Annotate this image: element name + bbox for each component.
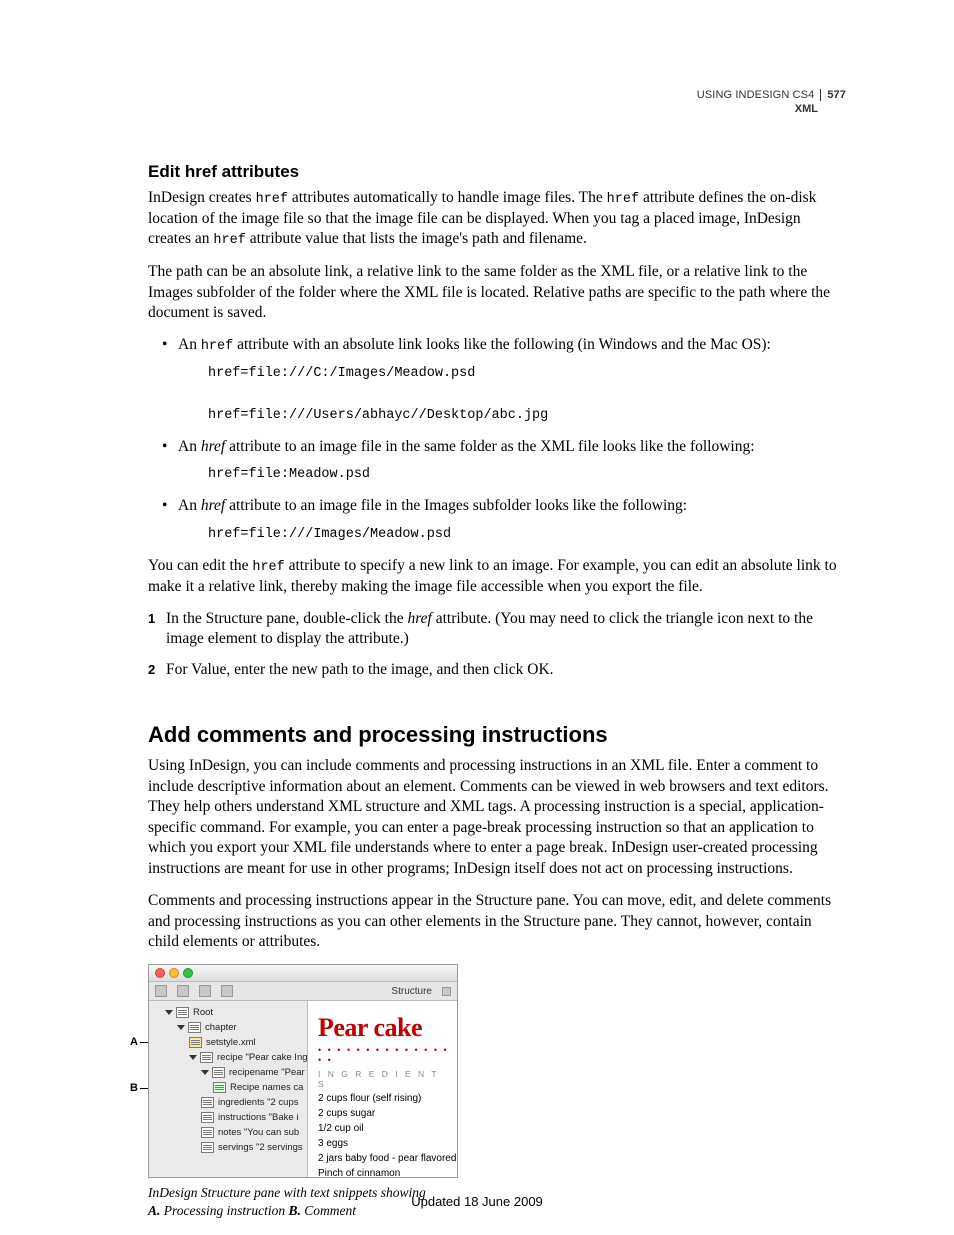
figure-toolbar: Structure bbox=[149, 982, 457, 1001]
ingredients-heading: I N G R E D I E N T S bbox=[318, 1069, 451, 1089]
product-name: USING INDESIGN CS4 bbox=[697, 89, 815, 101]
toolbar-icon bbox=[199, 985, 211, 997]
para: The path can be an absolute link, a rela… bbox=[148, 262, 846, 323]
content: Edit href attributes InDesign creates hr… bbox=[148, 162, 846, 1220]
minimize-icon bbox=[169, 968, 179, 978]
em-href: href bbox=[407, 610, 431, 627]
page-number: 577 bbox=[820, 89, 846, 101]
running-header: USING INDESIGN CS4 577 XML bbox=[697, 88, 846, 117]
section-name: XML bbox=[697, 102, 846, 116]
bullet-item: An href attribute with an absolute link … bbox=[148, 335, 846, 427]
code-href: href bbox=[201, 339, 233, 354]
heading-comments-pi: Add comments and processing instructions bbox=[148, 722, 846, 748]
preview-title: Pear cake bbox=[318, 1013, 451, 1043]
para: InDesign creates href attributes automat… bbox=[148, 188, 846, 250]
code-href: href bbox=[607, 192, 639, 207]
comment-icon bbox=[213, 1082, 226, 1093]
steps-list: In the Structure pane, double-click the … bbox=[148, 609, 846, 680]
code-block: href=file:///C:/Images/Meadow.psd href=f… bbox=[208, 364, 846, 427]
page: USING INDESIGN CS4 577 XML Edit href attr… bbox=[0, 0, 954, 1235]
bullet-item: An href attribute to an image file in th… bbox=[148, 496, 846, 545]
code-href: href bbox=[252, 560, 284, 575]
para: Comments and processing instructions app… bbox=[148, 891, 846, 952]
footer-updated: Updated 18 June 2009 bbox=[0, 1194, 954, 1209]
bullet-list: An href attribute with an absolute link … bbox=[148, 335, 846, 545]
menu-icon bbox=[442, 987, 451, 996]
code-block: href=file:Meadow.psd bbox=[208, 465, 846, 486]
pi-icon bbox=[189, 1037, 202, 1048]
zoom-icon bbox=[183, 968, 193, 978]
em-href: href bbox=[201, 438, 225, 455]
figure: A B bbox=[148, 964, 846, 1219]
toolbar-icon bbox=[177, 985, 189, 997]
figure-callouts: A B bbox=[130, 964, 148, 1178]
para: Using InDesign, you can include comments… bbox=[148, 756, 846, 879]
figure-body: Root chapter setstyle.xml recipe "Pear c… bbox=[149, 1001, 457, 1177]
figure-window: Structure Root chapter setstyle.xml reci… bbox=[148, 964, 458, 1178]
em-href: href bbox=[201, 497, 225, 514]
toolbar-icon bbox=[155, 985, 167, 997]
divider-dots: • • • • • • • • • • • • • • • • bbox=[318, 1045, 451, 1065]
code-href: href bbox=[213, 233, 245, 248]
structure-pane: Root chapter setstyle.xml recipe "Pear c… bbox=[149, 1001, 308, 1177]
step-item: For Value, enter the new path to the ima… bbox=[148, 660, 846, 680]
toolbar-label: Structure bbox=[391, 986, 432, 997]
code-block: href=file:///Images/Meadow.psd bbox=[208, 525, 846, 546]
step-item: In the Structure pane, double-click the … bbox=[148, 609, 846, 650]
code-href: href bbox=[256, 192, 288, 207]
para: You can edit the href attribute to speci… bbox=[148, 556, 846, 597]
bullet-item: An href attribute to an image file in th… bbox=[148, 437, 846, 486]
figure-titlebar bbox=[149, 965, 457, 982]
close-icon bbox=[155, 968, 165, 978]
preview-pane: Pear cake • • • • • • • • • • • • • • • … bbox=[308, 1001, 457, 1177]
heading-edit-href: Edit href attributes bbox=[148, 162, 846, 182]
toolbar-icon bbox=[221, 985, 233, 997]
